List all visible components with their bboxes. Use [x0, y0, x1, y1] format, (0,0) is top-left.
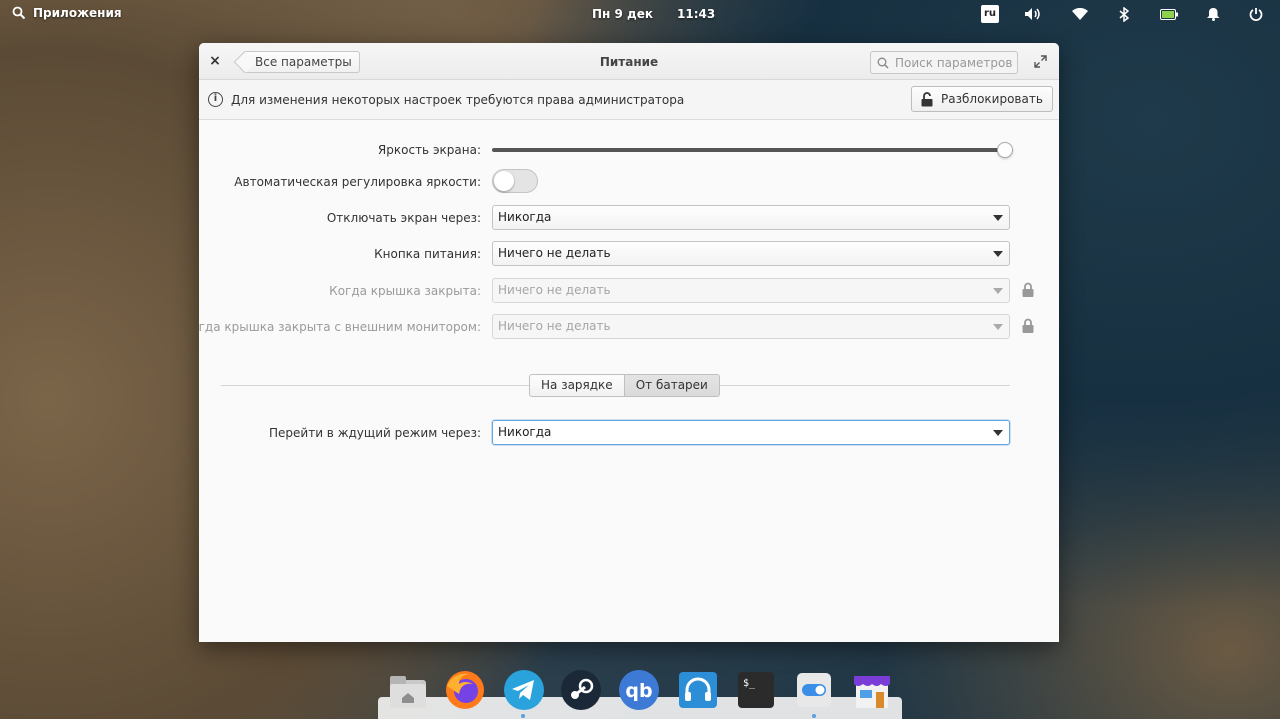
tab-charging[interactable]: На зарядке	[529, 374, 625, 397]
settings-icon[interactable]	[792, 668, 836, 712]
keyboard-layout-badge: ru	[981, 5, 999, 23]
battery-icon[interactable]	[1160, 5, 1178, 23]
info-icon: i	[208, 92, 223, 107]
tab-battery[interactable]: От батареи	[624, 374, 720, 397]
bluetooth-icon[interactable]	[1115, 5, 1133, 23]
svg-text:$_: $_	[743, 678, 756, 689]
brightness-slider[interactable]	[492, 142, 1013, 158]
datetime-indicator[interactable]: Пн 9 дек 11:43	[592, 7, 715, 21]
terminal-icon[interactable]: $_	[734, 668, 778, 712]
qbittorrent-icon[interactable]: qb	[617, 668, 661, 712]
lid-closed-monitor-select: Ничего не делать	[492, 314, 1010, 339]
firefox-icon[interactable]	[443, 668, 487, 712]
lock-icon	[1022, 282, 1034, 297]
dropdown-arrow-icon	[993, 251, 1003, 257]
dropdown-arrow-icon	[993, 430, 1003, 436]
permission-infobar: i Для изменения некоторых настроек требу…	[199, 80, 1059, 120]
screen-off-value: Никогда	[498, 210, 552, 224]
running-indicator	[812, 714, 816, 718]
lid-closed-select: Ничего не делать	[492, 278, 1010, 303]
power-button-label: Кнопка питания:	[374, 247, 481, 261]
volume-icon[interactable]	[1024, 5, 1042, 23]
infobar-message: Для изменения некоторых настроек требуют…	[231, 93, 685, 107]
date-text: Пн 9 дек	[592, 7, 654, 21]
unlock-button[interactable]: Разблокировать	[911, 86, 1053, 112]
search-field[interactable]	[870, 51, 1018, 74]
unlock-button-label: Разблокировать	[941, 92, 1043, 106]
search-icon	[12, 6, 26, 20]
lock-icon	[1022, 318, 1034, 333]
lid-closed-label: Когда крышка закрыта:	[329, 284, 481, 298]
power-settings-content: Яркость экрана: Автоматическая регулиров…	[199, 121, 1059, 642]
audio-player-icon[interactable]	[676, 668, 720, 712]
sleep-select[interactable]: Никогда	[492, 420, 1010, 445]
screen-off-select[interactable]: Никогда	[492, 205, 1010, 230]
sleep-label: Перейти в ждущий режим через:	[269, 426, 481, 440]
keyboard-layout-indicator[interactable]: ru	[981, 5, 999, 23]
top-panel: Приложения Пн 9 дек 11:43 ru	[0, 0, 1280, 28]
dropdown-arrow-icon	[993, 288, 1003, 294]
dropdown-arrow-icon	[993, 215, 1003, 221]
power-button-select[interactable]: Ничего не делать	[492, 241, 1010, 266]
search-input[interactable]	[895, 55, 1013, 70]
unlocked-lock-icon	[921, 91, 933, 106]
power-icon[interactable]	[1247, 5, 1265, 23]
auto-brightness-switch[interactable]	[492, 169, 538, 193]
applications-menu[interactable]: Приложения	[12, 6, 122, 20]
applications-label: Приложения	[33, 6, 122, 20]
dropdown-arrow-icon	[993, 324, 1003, 330]
running-indicator	[521, 714, 525, 718]
switch-knob	[494, 171, 514, 191]
sleep-value: Никогда	[498, 425, 552, 439]
titlebar: × Все параметры Питание	[199, 43, 1059, 80]
lid-closed-monitor-value: Ничего не делать	[498, 319, 611, 333]
brightness-slider-handle[interactable]	[997, 142, 1013, 158]
lid-closed-value: Ничего не делать	[498, 283, 611, 297]
power-mode-switcher: На зарядке От батареи	[529, 374, 720, 397]
settings-window: × Все параметры Питание i Для изменения …	[199, 43, 1059, 642]
steam-icon[interactable]	[559, 668, 603, 712]
time-text: 11:43	[677, 7, 716, 21]
appcenter-icon[interactable]	[850, 668, 894, 712]
wifi-icon[interactable]	[1071, 5, 1089, 23]
maximize-icon[interactable]	[1034, 55, 1047, 68]
brightness-label: Яркость экрана:	[377, 143, 481, 157]
svg-text:qb: qb	[625, 680, 652, 702]
notifications-icon[interactable]	[1204, 5, 1222, 23]
lid-closed-monitor-label: Когда крышка закрыта с внешним монитором…	[199, 320, 481, 334]
power-button-value: Ничего не делать	[498, 246, 611, 260]
telegram-icon[interactable]	[502, 668, 546, 712]
files-icon[interactable]	[386, 668, 430, 712]
search-icon	[877, 57, 889, 69]
screen-off-label: Отключать экран через:	[326, 211, 481, 225]
auto-brightness-label: Автоматическая регулировка яркости:	[234, 175, 481, 189]
